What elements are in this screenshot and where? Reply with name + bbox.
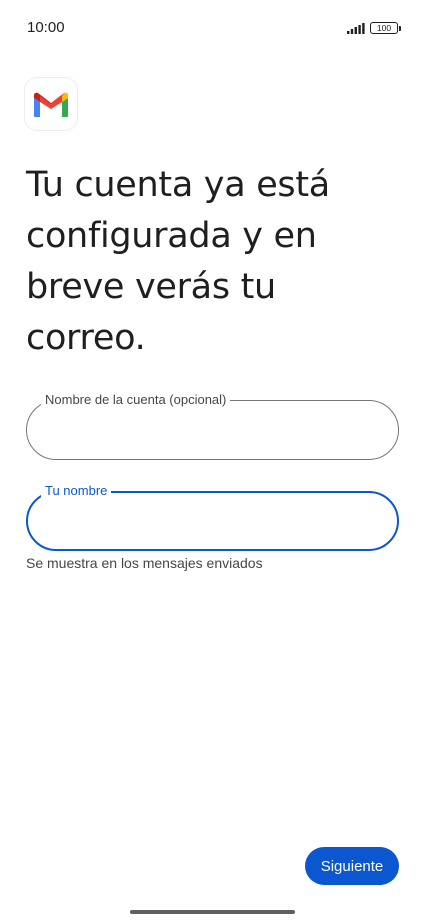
account-name-label: Nombre de la cuenta (opcional) xyxy=(41,392,231,408)
status-indicators: 100 xyxy=(347,22,401,34)
gmail-logo xyxy=(25,78,77,130)
home-indicator[interactable] xyxy=(130,910,295,914)
battery-level: 100 xyxy=(370,22,398,34)
battery-icon: 100 xyxy=(370,22,401,34)
gmail-logo-icon xyxy=(34,92,68,117)
account-name-input[interactable] xyxy=(45,419,380,441)
your-name-helper-text: Se muestra en los mensajes enviados xyxy=(26,555,263,571)
your-name-label: Tu nombre xyxy=(41,483,112,499)
battery-tip xyxy=(399,25,401,31)
status-time: 10:00 xyxy=(27,19,65,36)
your-name-field[interactable]: Tu nombre xyxy=(26,483,399,551)
account-name-field[interactable]: Nombre de la cuenta (opcional) xyxy=(26,392,399,460)
status-bar: 10:00 100 xyxy=(0,0,425,56)
next-button[interactable]: Siguiente xyxy=(305,847,399,885)
cellular-signal-icon xyxy=(347,22,365,34)
your-name-input[interactable] xyxy=(46,511,379,533)
page-title: Tu cuenta ya está configurada y en breve… xyxy=(26,165,330,358)
